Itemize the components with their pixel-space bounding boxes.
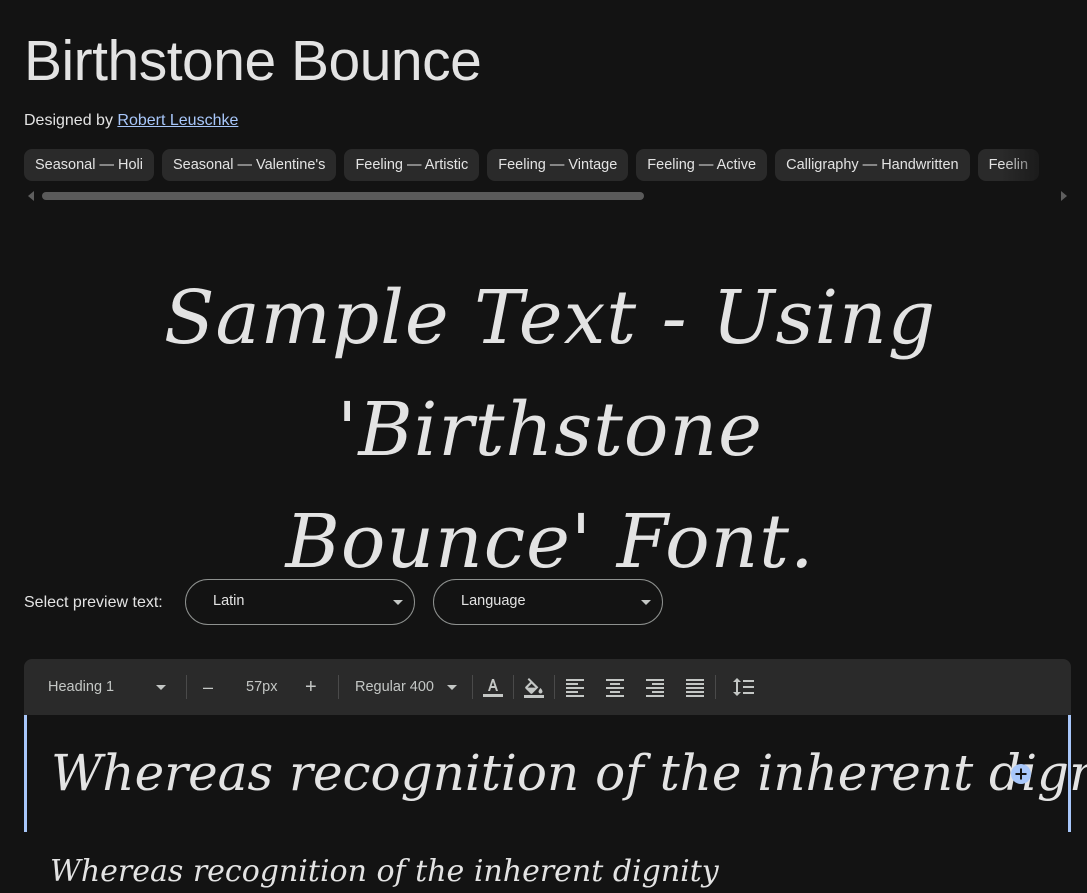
chip-row-fade [1001,149,1071,181]
scroll-left-arrow-icon[interactable] [28,191,34,201]
editor-body-text[interactable]: Whereas recognition of the inherent dign… [50,850,719,893]
script-dropdown-value: Latin [213,593,245,609]
increase-size-button[interactable]: + [305,659,317,715]
align-left-icon[interactable] [563,675,587,699]
tag-chip[interactable]: Seasonal — Valentine's [162,149,337,181]
designer-link[interactable]: Robert Leuschke [117,112,238,129]
designer-prefix: Designed by [24,112,113,129]
line-height-icon[interactable] [732,675,756,699]
editor-heading-text[interactable]: Whereas recognition of the inherent dign… [51,737,1087,809]
toolbar-divider [554,675,555,699]
script-dropdown[interactable]: Latin [185,579,415,625]
toolbar-divider [472,675,473,699]
font-weight-value: Regular 400 [355,679,434,695]
chevron-down-icon [641,600,651,605]
tag-chip[interactable]: Calligraphy — Handwritten [775,149,970,181]
text-style-select[interactable]: Heading 1 [48,659,166,715]
font-weight-select[interactable]: Regular 400 [355,659,459,715]
decrease-size-button[interactable]: – [203,659,213,715]
toolbar-divider [338,675,339,699]
tag-chip[interactable]: Feeling — Active [636,149,768,181]
language-dropdown-value: Language [461,593,526,609]
chevron-down-icon [393,600,403,605]
sample-text-line-1: Sample Text - Using 'Birthstone [163,275,937,473]
preview-text-label: Select preview text: [24,594,163,611]
toolbar-divider [186,675,187,699]
scroll-right-arrow-icon[interactable] [1061,191,1067,201]
language-dropdown[interactable]: Language [433,579,663,625]
scrollbar-thumb[interactable] [42,192,644,200]
fill-color-icon[interactable] [522,675,546,699]
sample-text-preview: Sample Text - Using 'Birthstone Bounce' … [60,262,1040,598]
tag-chip[interactable]: Feeling — Vintage [487,149,629,181]
text-style-value: Heading 1 [48,679,115,695]
toolbar-divider [715,675,716,699]
font-title: Birthstone Bounce [24,29,482,93]
add-circle-icon[interactable] [1011,764,1031,784]
tag-chip-row: Seasonal — Holi Seasonal — Valentine's Fee… [24,149,1071,181]
align-center-icon[interactable] [603,675,627,699]
editor-toolbar: Heading 1 – 57px + Regular 400 [24,659,1071,715]
preview-editor-heading[interactable]: Whereas recognition of the inherent dign… [24,715,1087,832]
toolbar-divider [513,675,514,699]
text-color-icon[interactable] [481,675,505,699]
align-justify-icon[interactable] [683,675,707,699]
font-specimen-page: Birthstone Bounce Designed by Robert Leu… [0,0,1087,893]
font-size-value[interactable]: 57px [246,659,277,715]
tag-chip[interactable]: Feeling — Artistic [344,149,480,181]
chevron-down-icon [447,685,457,690]
align-right-icon[interactable] [643,675,667,699]
chevron-down-icon [156,685,166,690]
tag-chip[interactable]: Seasonal — Holi [24,149,154,181]
chip-scrollbar[interactable] [24,190,1071,202]
designer-line: Designed by Robert Leuschke [24,110,238,132]
